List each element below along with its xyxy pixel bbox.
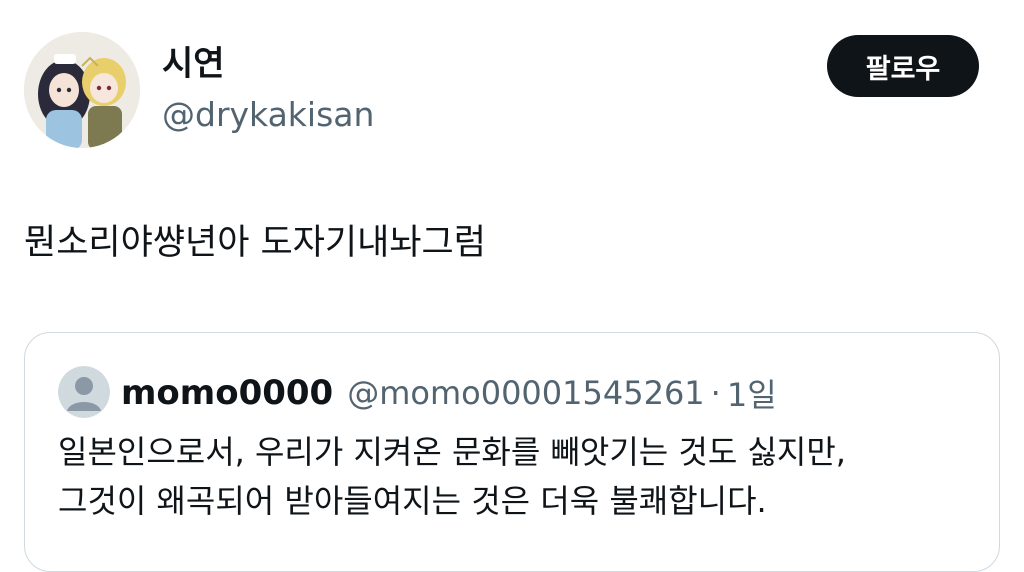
follow-button[interactable]: 팔로우 [827,35,979,97]
quoted-author-name[interactable]: momo0000 [121,373,333,413]
meta-separator: · [710,374,721,412]
quoted-author-handle[interactable]: @momo00001545261 [347,374,704,412]
default-user-avatar-icon [58,366,110,418]
author-handle[interactable]: @drykakisan [162,92,374,138]
quoted-text-line: 그것이 왜곡되어 받아들여지는 것은 더욱 불쾌합니다. [58,482,767,520]
quoted-text-line: 일본인으로서, 우리가 지켜온 문화를 빼앗기는 것도 싫지만, [58,433,846,471]
quoted-author-avatar[interactable] [58,366,110,418]
post-text: 뭔소리야썅년아 도자기내놔그럼 [24,223,486,263]
author-avatar[interactable] [24,32,140,148]
avatar-illustration-icon [24,32,140,148]
quoted-post-time[interactable]: 1일 [727,370,777,416]
quoted-post-header: momo0000 @momo00001545261 · 1일 [121,369,777,417]
quoted-post-text: 일본인으로서, 우리가 지켜온 문화를 빼앗기는 것도 싫지만, 그것이 왜곡되… [58,428,978,526]
author-display-name[interactable]: 시연 [162,40,225,88]
